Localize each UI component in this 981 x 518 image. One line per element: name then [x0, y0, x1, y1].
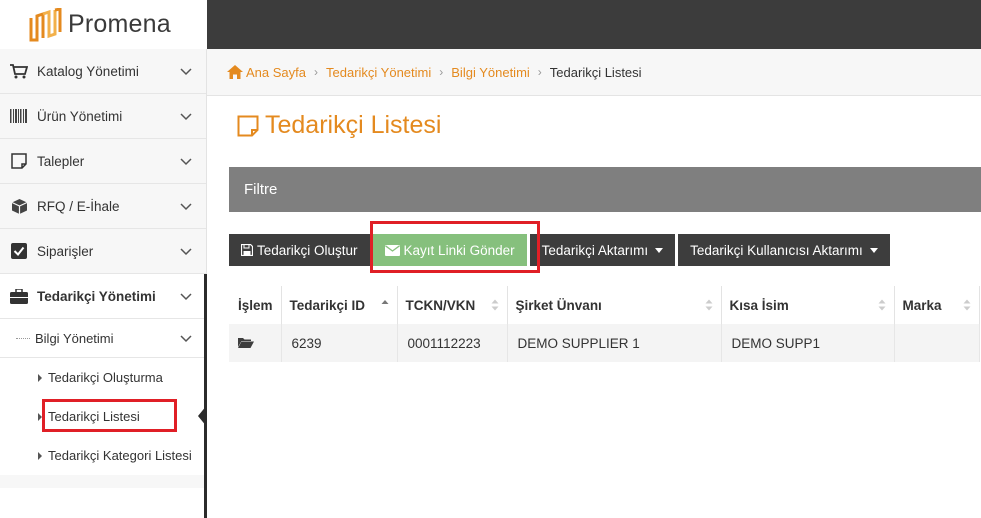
tree-connector — [16, 338, 30, 339]
sidebar-sub-bilgi-yonetimi[interactable]: Bilgi Yönetimi — [0, 319, 206, 358]
note-icon — [9, 153, 29, 169]
barcode-icon — [9, 108, 29, 124]
breadcrumb-home[interactable]: Ana Sayfa — [246, 65, 306, 80]
caret-right-icon — [38, 373, 42, 382]
page-title-text: Tedarikçi Listesi — [265, 111, 442, 139]
briefcase-icon — [9, 288, 29, 304]
cell-marka — [894, 324, 980, 362]
sidebar-item-label: RFQ / E-İhale — [37, 198, 120, 214]
column-header-tckn[interactable]: TCKN/VKN — [397, 286, 508, 324]
sidebar-leaf-tedarikci-olusturma[interactable]: Tedarikçi Oluşturma — [0, 358, 206, 397]
home-icon — [227, 65, 243, 79]
sidebar-item-katalog[interactable]: Katalog Yönetimi — [0, 49, 206, 94]
sort-icon — [491, 299, 499, 311]
column-header-label: Kısa İsim — [729, 297, 789, 313]
supplier-transfer-label: Tedarikçi Aktarımı — [541, 242, 649, 258]
sidebar-leaf-tedarikci-kategori-listesi[interactable]: Tedarikçi Kategori Listesi — [0, 436, 206, 475]
sidebar-item-urun[interactable]: Ürün Yönetimi — [0, 94, 206, 139]
filter-label: Filtre — [244, 181, 278, 198]
envelope-icon — [384, 244, 400, 256]
filter-panel-header[interactable]: Filtre — [229, 167, 981, 212]
create-supplier-label: Tedarikçi Oluştur — [257, 242, 358, 258]
top-bar — [207, 0, 981, 49]
sort-icon — [878, 299, 886, 311]
sidebar-item-talepler[interactable]: Talepler — [0, 139, 206, 184]
caret-down-icon — [869, 247, 878, 253]
brand-name: Promena — [68, 10, 171, 38]
supplier-table: İşlem Tedarikçi ID TCKN/VKN Şirket Ünvan… — [229, 286, 980, 362]
sidebar-item-rfq[interactable]: RFQ / E-İhale — [0, 184, 206, 229]
breadcrumb: Ana Sayfa › Tedarikçi Yönetimi › Bilgi Y… — [207, 49, 981, 96]
caret-right-icon — [38, 451, 42, 460]
column-header-tedarikci-id[interactable]: Tedarikçi ID — [281, 286, 398, 324]
sidebar-item-label: Siparişler — [37, 243, 94, 259]
sidebar-sub-label: Bilgi Yönetimi — [35, 330, 114, 346]
column-header-kisa-isim[interactable]: Kısa İsim — [721, 286, 895, 324]
breadcrumb-level2[interactable]: Bilgi Yönetimi — [451, 65, 530, 80]
column-header-label: Tedarikçi ID — [289, 297, 366, 313]
sidebar-leaf-tedarikci-listesi[interactable]: Tedarikçi Listesi — [0, 397, 207, 436]
highlight-box — [42, 399, 177, 432]
cell-kisa-isim: DEMO SUPP1 — [721, 324, 895, 362]
column-header-label: Marka — [902, 297, 942, 313]
column-header-sirket-unvani[interactable]: Şirket Ünvanı — [507, 286, 722, 324]
cart-icon — [9, 63, 29, 79]
chevron-down-icon — [180, 335, 192, 343]
send-registration-link-button[interactable]: Kayıt Linki Gönder — [372, 234, 527, 266]
chevron-down-icon — [180, 203, 192, 211]
column-header-marka[interactable]: Marka — [894, 286, 980, 324]
sidebar-item-tedarikci[interactable]: Tedarikçi Yönetimi — [0, 274, 207, 518]
supplier-user-transfer-dropdown[interactable]: Tedarikçi Kullanıcısı Aktarımı — [678, 234, 890, 266]
sidebar-item-label: Katalog Yönetimi — [37, 63, 139, 79]
sidebar-leaf-label: Tedarikçi Oluşturma — [48, 370, 163, 385]
sidebar-active-line — [204, 275, 207, 488]
folder-open-icon[interactable] — [238, 337, 254, 348]
table-row: 6239 0001112223 DEMO SUPPLIER 1 DEMO SUP… — [229, 324, 980, 362]
sort-asc-icon — [381, 300, 389, 304]
chevron-down-icon — [180, 68, 192, 76]
chevron-down-icon — [180, 158, 192, 166]
page-title: Tedarikçi Listesi — [237, 111, 441, 140]
breadcrumb-level1[interactable]: Tedarikçi Yönetimi — [326, 65, 431, 80]
promena-logo-icon — [29, 7, 62, 41]
create-supplier-button[interactable]: Tedarikçi Oluştur — [229, 234, 370, 266]
column-header-label: Şirket Ünvanı — [515, 297, 602, 313]
supplier-user-transfer-label: Tedarikçi Kullanıcısı Aktarımı — [690, 242, 863, 258]
chevron-down-icon — [180, 293, 192, 301]
note-icon — [237, 115, 259, 136]
column-header-label: TCKN/VKN — [405, 297, 476, 313]
cell-tedarikci-id: 6239 — [281, 324, 398, 362]
toolbar: Tedarikçi Oluştur Kayıt Linki Gönder Ted… — [229, 234, 893, 266]
supplier-transfer-dropdown[interactable]: Tedarikçi Aktarımı — [529, 234, 676, 266]
sort-icon — [705, 299, 713, 311]
breadcrumb-separator-icon: › — [314, 65, 318, 79]
logo[interactable]: Promena — [0, 0, 207, 49]
chevron-down-icon — [180, 113, 192, 121]
sidebar-leaf-label: Tedarikçi Kategori Listesi — [48, 448, 192, 463]
breadcrumb-current: Tedarikçi Listesi — [549, 64, 642, 80]
column-header-islem: İşlem — [229, 286, 282, 324]
row-actions[interactable] — [229, 324, 282, 362]
box-icon — [9, 198, 29, 214]
sidebar-item-label: Talepler — [37, 153, 85, 169]
save-icon — [241, 244, 253, 256]
sidebar: Katalog Yönetimi Ürün Yönetimi Talepler … — [0, 49, 207, 518]
chevron-down-icon — [180, 248, 192, 256]
sidebar-item-siparisler[interactable]: Siparişler — [0, 229, 206, 274]
sort-icon — [963, 299, 971, 311]
cell-tckn: 0001112223 — [397, 324, 508, 362]
send-link-label: Kayıt Linki Gönder — [403, 242, 515, 258]
sidebar-item-label: Ürün Yönetimi — [37, 108, 123, 124]
sidebar-item-label: Tedarikçi Yönetimi — [37, 288, 156, 304]
breadcrumb-separator-icon: › — [537, 65, 542, 79]
caret-down-icon — [655, 247, 664, 253]
checkbox-icon — [9, 243, 29, 259]
breadcrumb-separator-icon: › — [439, 65, 444, 79]
cell-sirket-unvani: DEMO SUPPLIER 1 — [507, 324, 722, 362]
